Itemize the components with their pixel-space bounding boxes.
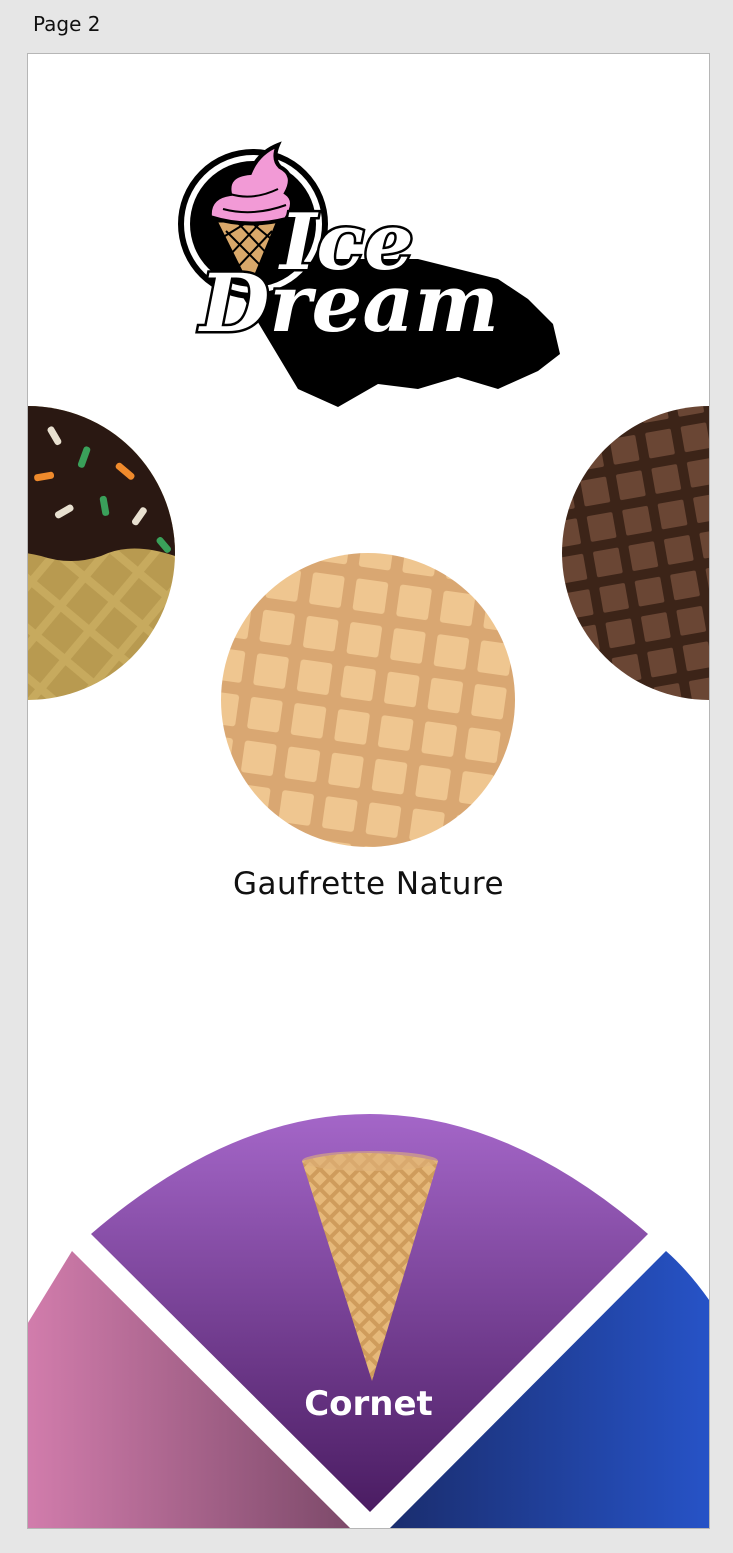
page-label: Page 2 — [33, 12, 101, 36]
logo-line2: Dream — [198, 256, 499, 350]
chocolate-sprinkles-waffle-thumb[interactable] — [28, 406, 175, 700]
ice-dream-logo: Ice Dream — [178, 141, 560, 407]
artboard: Ice Dream Gaufrette Nature Cornet — [27, 53, 710, 1529]
cornet-cone-icon — [302, 1151, 438, 1381]
chocolate-waffle-thumb[interactable] — [562, 406, 709, 700]
selected-waffle-label: Gaufrette Nature — [232, 866, 505, 902]
wheel-center-label: Cornet — [304, 1384, 433, 1424]
natural-waffle-thumb[interactable] — [221, 553, 515, 847]
